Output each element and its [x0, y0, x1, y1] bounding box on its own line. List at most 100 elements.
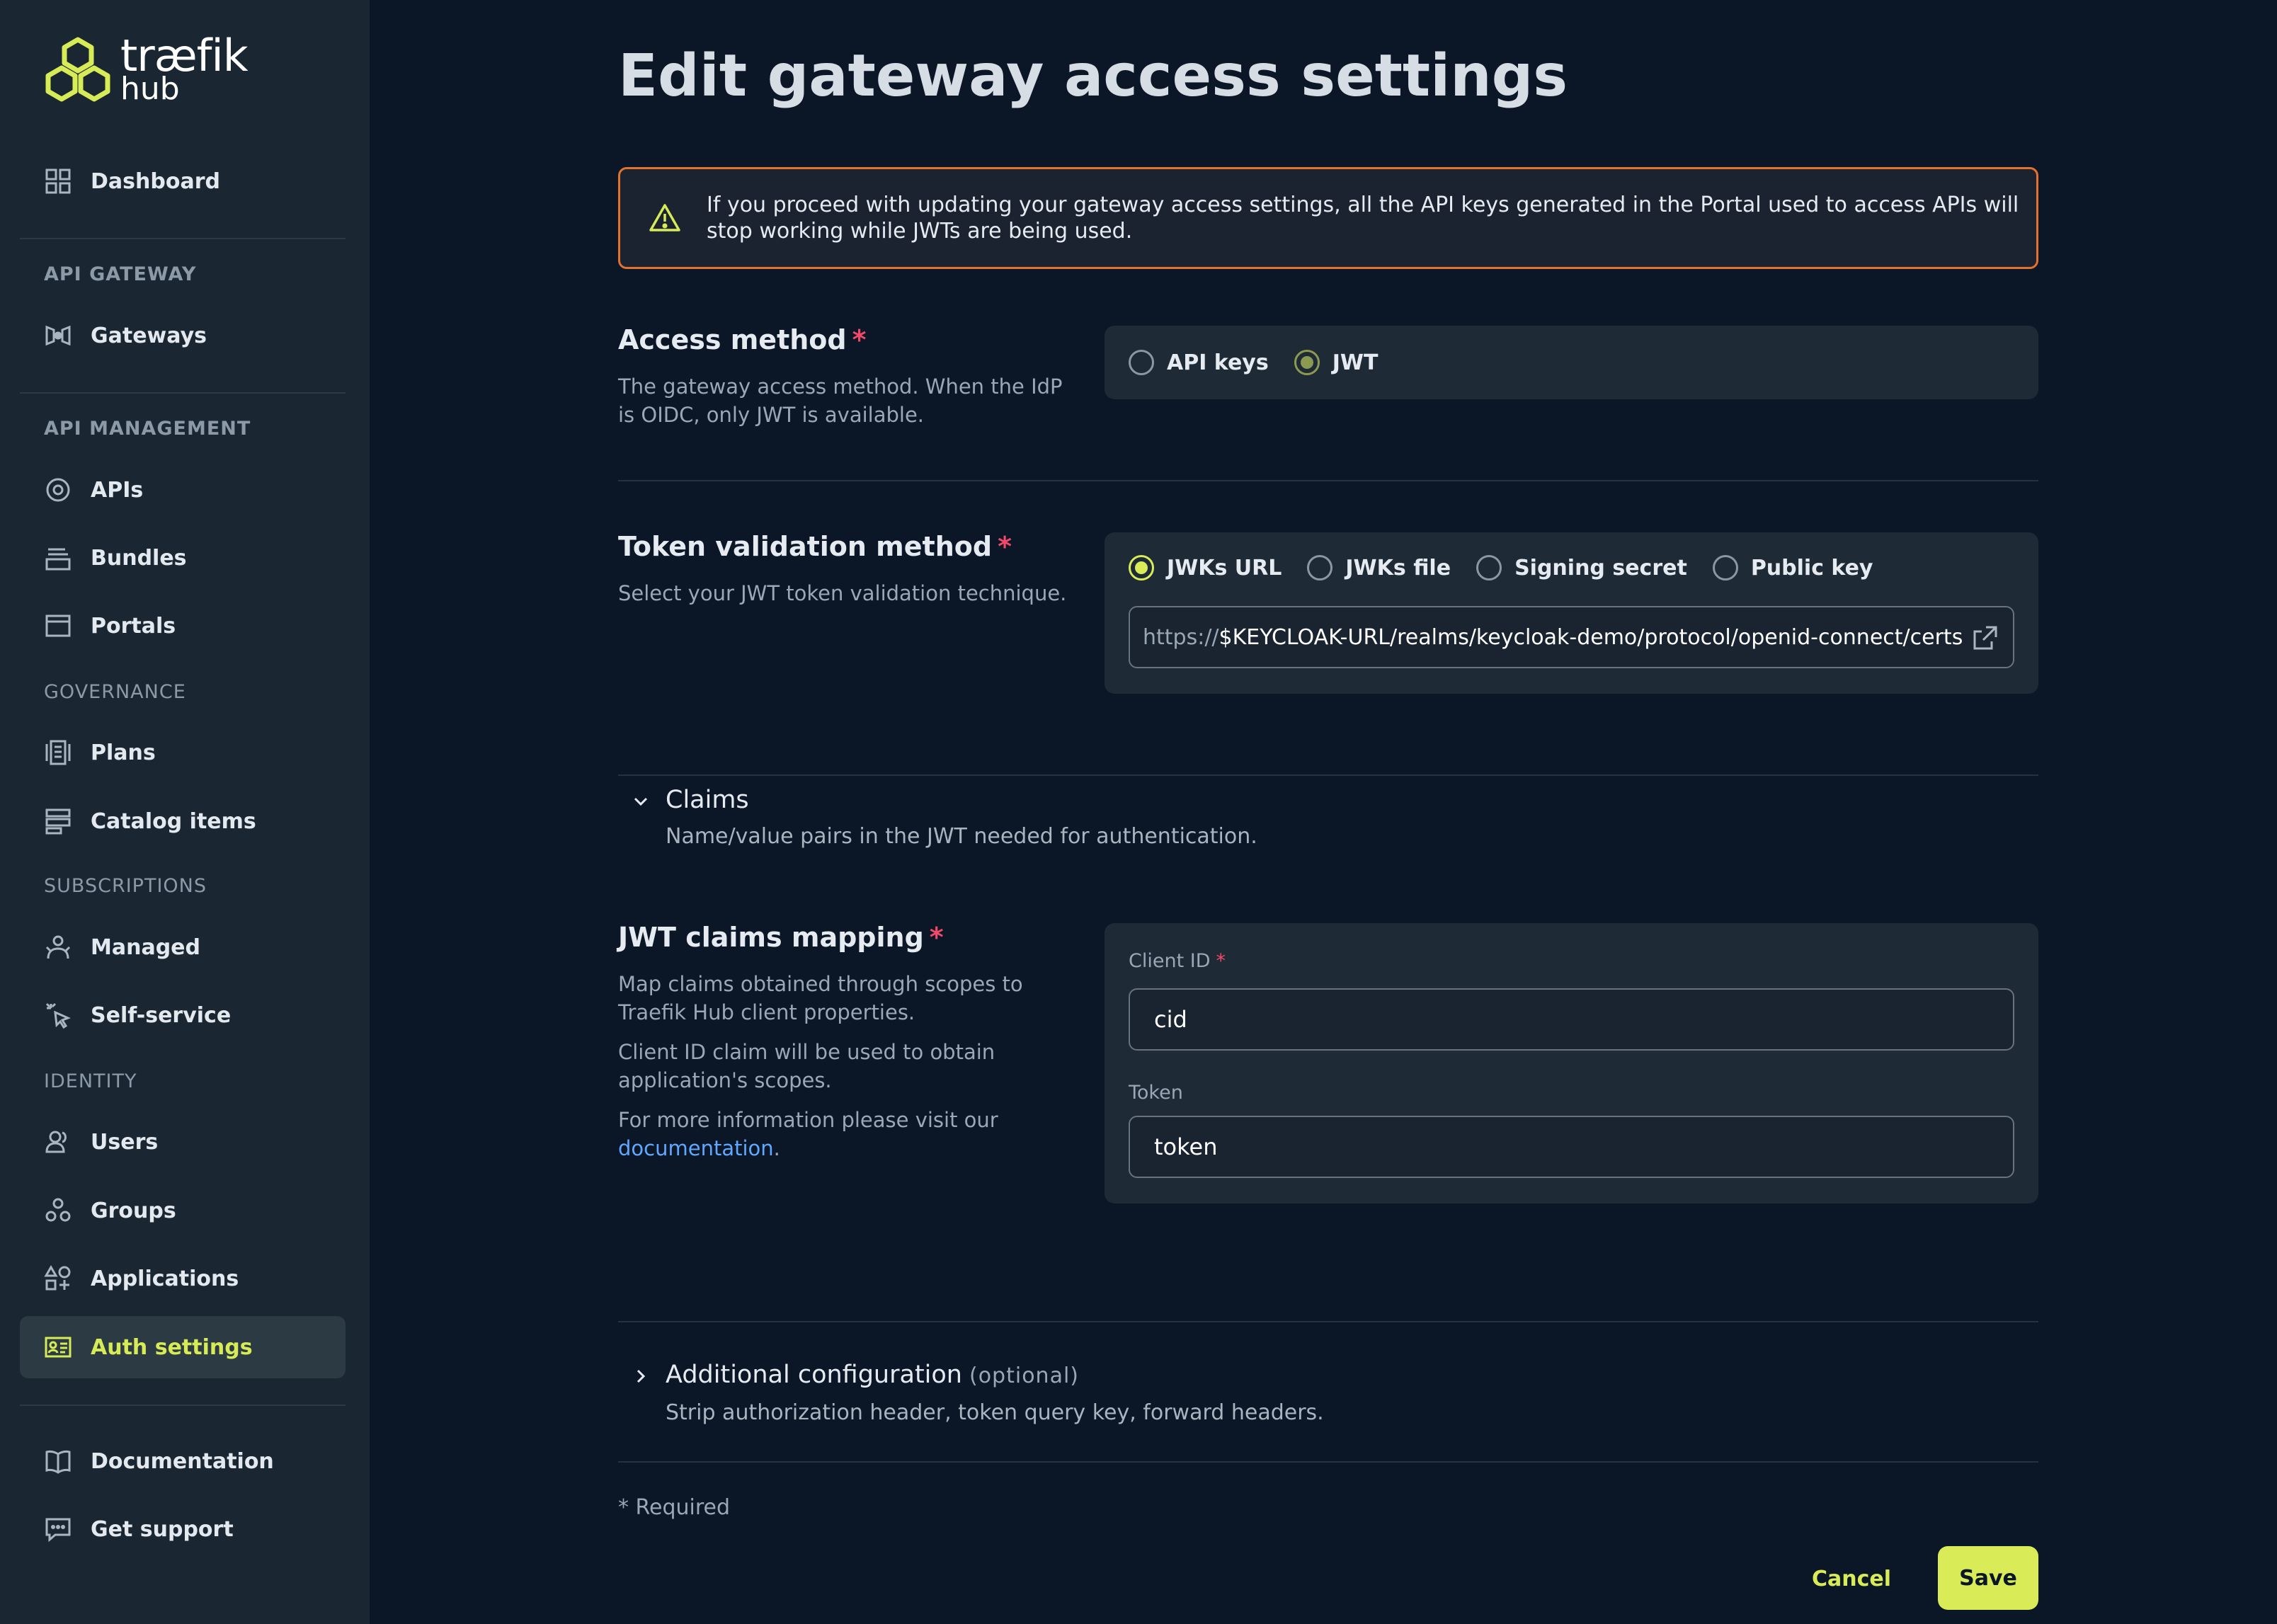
section-identity: IDENTITY	[44, 1070, 137, 1092]
jwt-claims-desc-3-text: For more information please visit our	[618, 1108, 998, 1132]
radio-button[interactable]	[1712, 555, 1738, 581]
additional-config-description: Strip authorization header, token query …	[666, 1400, 1324, 1425]
cursor-click-icon	[44, 1001, 72, 1029]
radio-api-keys[interactable]: API keys	[1129, 350, 1269, 375]
jwt-claims-mapping-panel: Client ID * cid Token token	[1105, 923, 2038, 1203]
url-value: $KEYCLOAK-URL/realms/keycloak-demo/proto…	[1219, 624, 1963, 650]
users-icon	[44, 1128, 72, 1156]
radio-signing-secret[interactable]: Signing secret	[1476, 555, 1687, 581]
claims-description: Name/value pairs in the JWT needed for a…	[666, 824, 1257, 849]
sidebar-item-gateways[interactable]: Gateways	[20, 304, 346, 367]
token-input[interactable]: token	[1129, 1116, 2014, 1178]
logo-wordmark: træfik hub	[120, 34, 249, 105]
sidebar-item-bundles[interactable]: Bundles	[20, 527, 346, 589]
section-api-gateway: API GATEWAY	[44, 263, 197, 285]
token-label: Token	[1129, 1082, 1183, 1104]
sidebar-divider	[20, 238, 346, 239]
api-icon	[44, 476, 72, 504]
sidebar-item-documentation[interactable]: Documentation	[20, 1430, 346, 1492]
id-card-icon	[44, 1333, 72, 1361]
jwks-url-input[interactable]: https:// $KEYCLOAK-URL/realms/keycloak-d…	[1129, 606, 2014, 668]
sidebar-item-label: Bundles	[91, 545, 187, 571]
token-validation-radio-group: JWKs URL JWKs file Signing secret Public…	[1129, 555, 1898, 581]
radio-jwks-url[interactable]: JWKs URL	[1129, 555, 1282, 581]
radio-button[interactable]	[1476, 555, 1502, 581]
warning-banner: If you proceed with updating your gatewa…	[618, 167, 2038, 269]
sidebar-item-users[interactable]: Users	[20, 1111, 346, 1173]
plans-icon	[44, 738, 72, 767]
sidebar-item-label: Gateways	[91, 323, 207, 348]
sidebar-item-apis[interactable]: APIs	[20, 459, 346, 521]
client-id-input[interactable]: cid	[1129, 988, 2014, 1051]
radio-button[interactable]	[1129, 350, 1154, 375]
chevron-down-icon[interactable]	[631, 791, 651, 811]
hexagon-logo-icon	[45, 37, 110, 102]
cancel-button[interactable]: Cancel	[1802, 1550, 1901, 1607]
jwt-claims-mapping-title: JWT claims mapping *	[618, 922, 944, 953]
sidebar-item-label: Portals	[91, 613, 176, 639]
required-note: * Required	[618, 1495, 731, 1520]
claims-toggle[interactable]: Claims	[666, 786, 749, 814]
applications-icon	[44, 1264, 72, 1293]
book-icon	[44, 1447, 72, 1475]
sidebar-item-managed[interactable]: Managed	[20, 916, 346, 978]
required-mark: *	[998, 531, 1012, 562]
sidebar-item-catalog-items[interactable]: Catalog items	[20, 790, 346, 852]
groups-icon	[44, 1196, 72, 1225]
sidebar-item-portals[interactable]: Portals	[20, 595, 346, 657]
warning-text: If you proceed with updating your gatewa…	[707, 193, 2019, 244]
sidebar-item-label: Self-service	[91, 1002, 232, 1028]
client-id-field-label: Client ID *	[1129, 950, 1226, 972]
sidebar-item-auth-settings[interactable]: Auth settings	[20, 1316, 346, 1378]
sidebar-item-get-support[interactable]: Get support	[20, 1498, 346, 1560]
radio-label: Signing secret	[1514, 555, 1687, 581]
chat-icon	[44, 1515, 72, 1543]
sidebar-item-label: Catalog items	[91, 808, 256, 834]
sidebar-item-label: Groups	[91, 1198, 176, 1223]
sidebar-item-label: Dashboard	[91, 168, 220, 194]
gateway-icon	[44, 321, 72, 350]
sidebar: træfik hub Dashboard API GATEWAY Gateway…	[0, 0, 370, 1624]
radio-label: API keys	[1167, 350, 1269, 375]
section-divider	[618, 774, 2038, 776]
sidebar-item-label: Auth settings	[91, 1334, 253, 1360]
sidebar-item-groups[interactable]: Groups	[20, 1179, 346, 1242]
dashboard-icon	[44, 167, 72, 195]
radio-jwks-file[interactable]: JWKs file	[1307, 555, 1451, 581]
radio-button[interactable]	[1307, 555, 1333, 581]
radio-label: Public key	[1750, 555, 1873, 581]
radio-button[interactable]	[1129, 555, 1154, 581]
sidebar-item-label: Applications	[91, 1266, 239, 1291]
section-divider	[618, 1321, 2038, 1322]
sidebar-item-plans[interactable]: Plans	[20, 721, 346, 784]
optional-tag: (optional)	[969, 1363, 1079, 1388]
page-title: Edit gateway access settings	[618, 42, 1568, 110]
radio-button[interactable]	[1294, 350, 1320, 375]
traefik-hub-logo[interactable]: træfik hub	[42, 33, 249, 106]
token-validation-title: Token validation method *	[618, 531, 1012, 562]
managed-icon	[44, 933, 72, 961]
client-id-label: Client ID	[1129, 950, 1211, 972]
section-subscriptions: SUBSCRIPTIONS	[44, 875, 207, 897]
sidebar-item-applications[interactable]: Applications	[20, 1247, 346, 1310]
radio-public-key[interactable]: Public key	[1712, 555, 1873, 581]
jwt-claims-desc-1: Map claims obtained through scopes to Tr…	[618, 972, 1023, 1024]
token-validation-label: Token validation method	[618, 531, 993, 562]
sidebar-item-label: Get support	[91, 1516, 234, 1542]
sidebar-divider	[20, 1405, 346, 1406]
chevron-right-icon[interactable]	[631, 1366, 651, 1386]
radio-jwt[interactable]: JWT	[1294, 350, 1379, 375]
access-method-radio-group: API keys JWT	[1129, 350, 1403, 375]
access-method-panel: API keys JWT	[1105, 326, 2038, 399]
required-mark: *	[929, 922, 944, 953]
save-button[interactable]: Save	[1938, 1546, 2038, 1610]
radio-label: JWT	[1332, 350, 1379, 375]
bundle-icon	[44, 544, 72, 572]
token-validation-description: Select your JWT token validation techniq…	[618, 581, 1067, 605]
sidebar-item-dashboard[interactable]: Dashboard	[20, 150, 346, 212]
documentation-link[interactable]: documentation	[618, 1136, 774, 1160]
additional-config-toggle[interactable]: Additional configuration (optional)	[666, 1361, 1079, 1389]
sidebar-item-self-service[interactable]: Self-service	[20, 984, 346, 1046]
section-governance: GOVERNANCE	[44, 681, 186, 703]
external-link-icon[interactable]	[1970, 623, 2000, 653]
